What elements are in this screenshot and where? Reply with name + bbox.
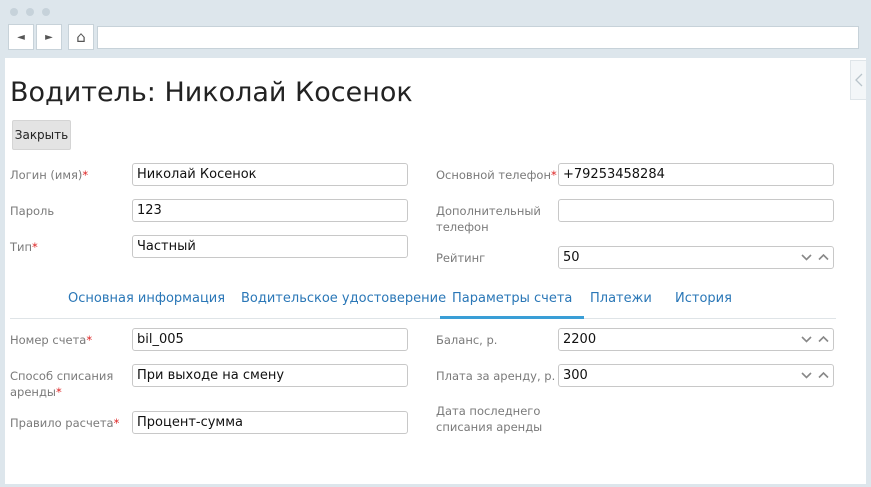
password-field[interactable]: 123: [132, 199, 408, 222]
password-label: Пароль: [10, 204, 55, 218]
page-content: Водитель: Николай Косенок Закрыть Логин …: [5, 58, 866, 484]
window-dot-close[interactable]: [10, 8, 18, 16]
chevron-up-icon[interactable]: [818, 368, 829, 382]
login-label: Логин (имя)*: [10, 168, 89, 182]
type-field[interactable]: Частный: [132, 235, 408, 258]
forward-arrow-icon: ►: [45, 31, 53, 43]
extra-phone-field[interactable]: [558, 199, 834, 222]
home-button[interactable]: ⌂: [68, 24, 94, 50]
chevron-down-icon[interactable]: [801, 332, 812, 346]
balance-value: 2200: [563, 332, 597, 347]
balance-label: Баланс, р.: [436, 333, 498, 347]
rating-label: Рейтинг: [436, 251, 486, 265]
account-number-field[interactable]: bil_005: [132, 328, 408, 351]
chevron-up-icon[interactable]: [818, 332, 829, 346]
tab-driver-license[interactable]: Водительское удостоверение: [229, 286, 458, 319]
chevron-up-icon[interactable]: [818, 250, 829, 264]
rating-value: 50: [563, 250, 580, 265]
forward-button[interactable]: ►: [36, 24, 62, 50]
back-button[interactable]: ◄: [8, 24, 34, 50]
balance-stepper[interactable]: 2200: [558, 328, 834, 351]
close-button[interactable]: Закрыть: [12, 120, 71, 150]
extra-phone-label: Дополнительный телефон: [436, 204, 541, 234]
window-dot-maximize[interactable]: [42, 8, 50, 16]
chevron-down-icon[interactable]: [801, 368, 812, 382]
charge-method-field[interactable]: При выходе на смену: [132, 364, 408, 387]
tab-history[interactable]: История: [663, 286, 744, 319]
tab-payments[interactable]: Платежи: [578, 286, 664, 319]
address-bar[interactable]: [97, 26, 859, 49]
tab-bar: Основная информация Водительское удостов…: [10, 286, 836, 319]
window-controls: [10, 8, 50, 16]
account-number-label: Номер счета*: [10, 333, 93, 347]
page-title: Водитель: Николай Косенок: [10, 77, 413, 108]
back-arrow-icon: ◄: [17, 31, 25, 43]
calc-rule-field[interactable]: Процент-сумма: [132, 411, 408, 434]
home-icon: ⌂: [76, 28, 86, 46]
side-panel-toggle[interactable]: [850, 60, 866, 100]
type-label: Тип*: [10, 240, 38, 254]
chevron-down-icon[interactable]: [801, 250, 812, 264]
main-phone-label: Основной телефон*: [436, 168, 557, 182]
window-dot-minimize[interactable]: [26, 8, 34, 16]
calc-rule-label: Правило расчета*: [10, 416, 120, 430]
tab-account-params[interactable]: Параметры счета: [440, 286, 585, 319]
last-charge-date-label: Дата последнего списания аренды: [436, 404, 543, 434]
tab-main-info[interactable]: Основная информация: [56, 286, 237, 319]
rent-fee-value: 300: [563, 368, 588, 383]
login-field[interactable]: Николай Косенок: [132, 163, 408, 186]
chevron-left-icon: [854, 73, 862, 87]
rating-stepper[interactable]: 50: [558, 246, 834, 269]
rent-fee-label: Плата за аренду, р.: [436, 369, 556, 383]
rent-fee-stepper[interactable]: 300: [558, 364, 834, 387]
charge-method-label: Способ списания аренды*: [10, 369, 114, 399]
main-phone-field[interactable]: +79253458284: [558, 163, 834, 186]
browser-toolbar: ◄ ► ⌂: [8, 24, 96, 50]
